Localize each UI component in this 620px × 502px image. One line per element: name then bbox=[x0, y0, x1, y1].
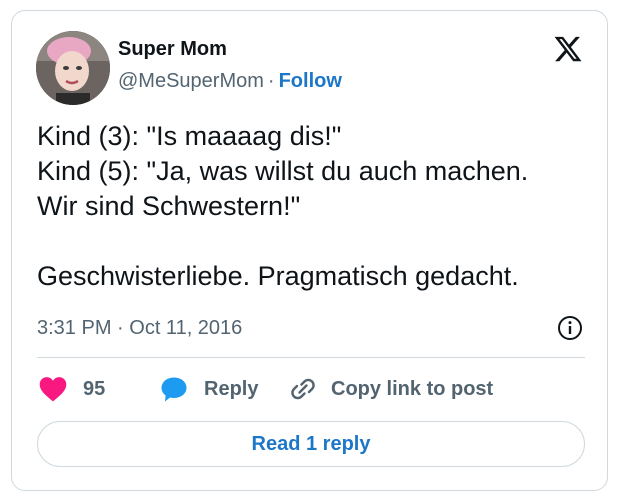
avatar[interactable] bbox=[36, 31, 110, 105]
info-icon[interactable] bbox=[556, 314, 584, 342]
timestamp[interactable]: 3:31 PM · Oct 11, 2016 bbox=[37, 317, 242, 340]
author-name[interactable]: Super Mom bbox=[118, 38, 227, 61]
tweet-card: Super Mom @MeSuperMom · Follow Kind (3): "… bbox=[11, 10, 608, 491]
reply-button[interactable]: Reply bbox=[160, 371, 258, 407]
read-replies-button[interactable]: Read 1 reply bbox=[37, 421, 585, 467]
like-button[interactable]: 95 bbox=[39, 371, 105, 407]
tweet-line: Wir sind Schwestern!" bbox=[37, 191, 301, 221]
author-handle[interactable]: @MeSuperMom bbox=[118, 70, 264, 92]
follow-button[interactable]: Follow bbox=[279, 70, 342, 92]
author-handle-row: @MeSuperMom · Follow bbox=[118, 70, 342, 93]
x-logo-icon[interactable] bbox=[553, 34, 583, 64]
copy-link-label: Copy link to post bbox=[331, 377, 494, 400]
tweet-line: Geschwisterliebe. Pragmatisch gedacht. bbox=[37, 261, 519, 291]
tweet-meta: 3:31 PM · Oct 11, 2016 bbox=[37, 313, 582, 343]
separator-dot: · bbox=[267, 70, 275, 92]
tweet-line: Kind (3): "Is maaaag dis!" bbox=[37, 121, 342, 151]
heart-icon bbox=[39, 377, 67, 402]
copy-link-button[interactable]: Copy link to post bbox=[289, 371, 493, 407]
tweet-text: Kind (3): "Is maaaag dis!" Kind (5): "Ja… bbox=[37, 119, 597, 294]
like-count: 95 bbox=[83, 377, 106, 400]
divider bbox=[37, 357, 585, 358]
tweet-line: Kind (5): "Ja, was willst du auch machen… bbox=[37, 156, 529, 186]
speech-bubble-icon bbox=[161, 377, 187, 401]
link-icon bbox=[291, 378, 315, 400]
reply-label: Reply bbox=[204, 377, 259, 400]
action-bar: 95 Reply Copy link to post bbox=[37, 371, 597, 407]
